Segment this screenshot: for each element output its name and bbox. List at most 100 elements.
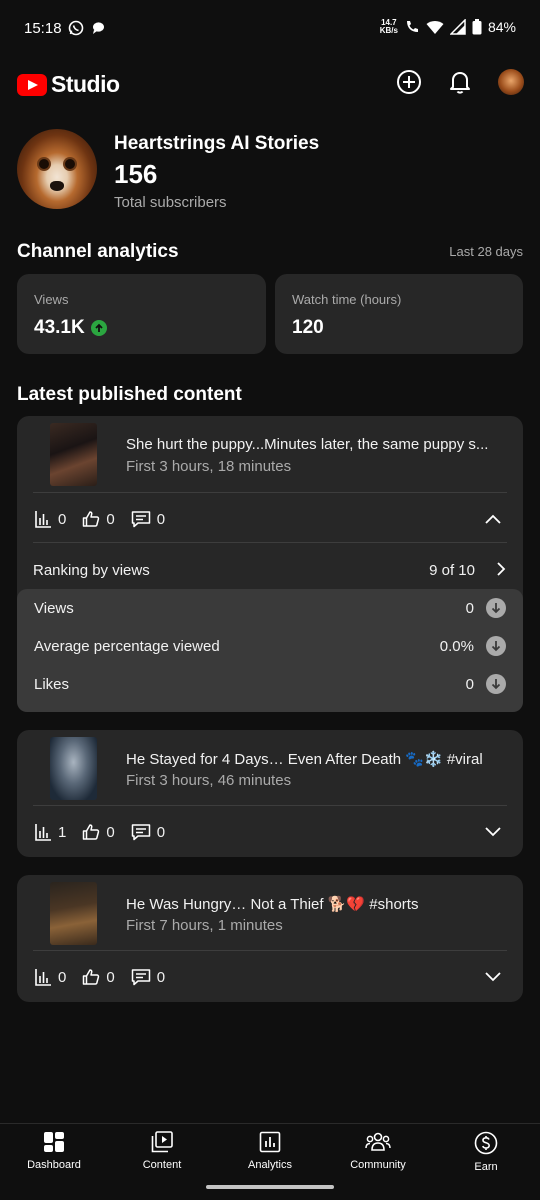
views-count: 0 (58, 510, 67, 528)
comments-count: 0 (156, 823, 166, 841)
video-meta: First 3 hours, 46 minutes (126, 772, 292, 789)
detail-label: Average percentage viewed (34, 638, 220, 655)
watch-time-card[interactable]: Watch time (hours) 120 (275, 274, 523, 354)
nav-content[interactable]: Content (108, 1131, 216, 1171)
network-speed: 14.7 KB/s (379, 18, 398, 35)
video-thumbnail[interactable] (50, 423, 97, 486)
detail-row-likes[interactable]: Likes 0 (34, 674, 506, 694)
comments-metric: 0 (131, 823, 165, 841)
nav-label: Community (350, 1159, 406, 1171)
video-thumbnail[interactable] (50, 882, 97, 945)
community-icon (365, 1132, 391, 1151)
video-meta: First 7 hours, 1 minutes (126, 917, 283, 934)
ranking-value: 9 of 10 (429, 562, 475, 579)
chevron-up-icon (485, 514, 501, 524)
detail-value: 0 (465, 600, 474, 617)
chevron-right-icon (497, 562, 506, 576)
bar-chart-icon (35, 969, 51, 986)
nav-earn[interactable]: Earn (432, 1131, 540, 1173)
comment-icon (131, 969, 150, 986)
comments-metric: 0 (131, 968, 165, 986)
thumbs-up-icon (83, 824, 100, 840)
likes-metric: 0 (82, 968, 115, 986)
bell-icon (450, 72, 470, 94)
video-card[interactable]: She hurt the puppy...Minutes later, the … (17, 416, 523, 712)
channel-name: Heartstrings AI Stories (114, 133, 320, 154)
nav-analytics[interactable]: Analytics (216, 1131, 324, 1171)
wifi-call-icon (406, 21, 418, 32)
account-avatar[interactable] (498, 69, 524, 95)
comments-count: 0 (156, 968, 166, 986)
notifications-button[interactable] (447, 69, 473, 95)
arrow-down-icon (486, 674, 506, 694)
expand-button[interactable] (483, 822, 503, 842)
divider (33, 542, 507, 543)
nav-community[interactable]: Community (324, 1131, 432, 1171)
detail-row-avg-percentage[interactable]: Average percentage viewed 0.0% (34, 636, 506, 656)
video-title[interactable]: She hurt the puppy...Minutes later, the … (126, 436, 511, 453)
status-time: 15:18 (24, 20, 62, 37)
detail-label: Likes (34, 676, 70, 693)
app-bar: Studio (0, 60, 540, 106)
dashboard-icon (44, 1132, 64, 1152)
status-bar: 15:18 14.7 KB/s 84% (0, 0, 540, 60)
video-title[interactable]: He Was Hungry… Not a Thief 🐕💔 #shorts (126, 895, 511, 913)
watch-time-value: 120 (292, 317, 324, 338)
trend-up-icon (90, 320, 107, 336)
views-value: 43.1K (34, 317, 85, 338)
likes-metric: 0 (82, 823, 115, 841)
likes-metric: 0 (82, 510, 115, 528)
battery-percent: 84% (487, 19, 516, 35)
comments-count: 0 (156, 510, 166, 528)
comment-icon (131, 824, 150, 841)
battery-icon (472, 19, 482, 35)
views-label: Views (34, 292, 69, 307)
nav-label: Earn (474, 1161, 498, 1173)
channel-avatar[interactable] (17, 129, 97, 209)
divider (33, 805, 507, 806)
expand-button[interactable] (483, 967, 503, 987)
channel-header: Heartstrings AI Stories 156 Total subscr… (17, 129, 523, 213)
create-icon (397, 70, 421, 94)
signal-icon (449, 19, 466, 35)
detail-value: 0.0% (439, 638, 474, 655)
likes-count: 0 (106, 823, 115, 841)
ranking-row[interactable]: Ranking by views 9 of 10 (33, 562, 507, 579)
views-metric: 1 (34, 823, 66, 841)
views-card[interactable]: Views 43.1K (17, 274, 266, 354)
nav-label: Content (142, 1159, 182, 1171)
arrow-down-icon (486, 598, 506, 618)
chevron-down-icon (485, 827, 501, 837)
video-card[interactable]: He Was Hungry… Not a Thief 🐕💔 #shorts Fi… (17, 875, 523, 1002)
bar-chart-icon (35, 824, 51, 841)
detail-label: Views (34, 600, 74, 617)
comment-icon (131, 511, 150, 528)
divider (33, 492, 507, 493)
youtube-play-icon (17, 73, 47, 96)
home-indicator[interactable] (206, 1185, 334, 1189)
detail-value: 0 (465, 676, 474, 693)
subscriber-label: Total subscribers (114, 194, 227, 211)
whatsapp-icon (68, 20, 84, 36)
collapse-button[interactable] (483, 509, 503, 529)
detail-row-views[interactable]: Views 0 (34, 598, 506, 618)
likes-count: 0 (106, 510, 115, 528)
bar-chart-icon (35, 511, 51, 528)
views-metric: 0 (34, 510, 66, 528)
chevron-down-icon (485, 972, 501, 982)
youtube-studio-logo[interactable]: Studio (17, 71, 120, 98)
analytics-period: Last 28 days (449, 244, 523, 259)
video-title[interactable]: He Stayed for 4 Days… Even After Death 🐾… (126, 750, 511, 768)
subscriber-count: 156 (114, 159, 158, 189)
video-meta: First 3 hours, 18 minutes (126, 458, 292, 475)
create-button[interactable] (396, 69, 422, 95)
video-thumbnail[interactable] (50, 737, 97, 800)
nav-label: Analytics (247, 1159, 293, 1171)
nav-dashboard[interactable]: Dashboard (0, 1131, 108, 1171)
thumbs-up-icon (83, 511, 100, 527)
video-card[interactable]: He Stayed for 4 Days… Even After Death 🐾… (17, 730, 523, 857)
content-icon (151, 1131, 173, 1153)
analytics-title: Channel analytics (17, 241, 179, 262)
analytics-icon (259, 1131, 281, 1153)
arrow-down-icon (486, 636, 506, 656)
